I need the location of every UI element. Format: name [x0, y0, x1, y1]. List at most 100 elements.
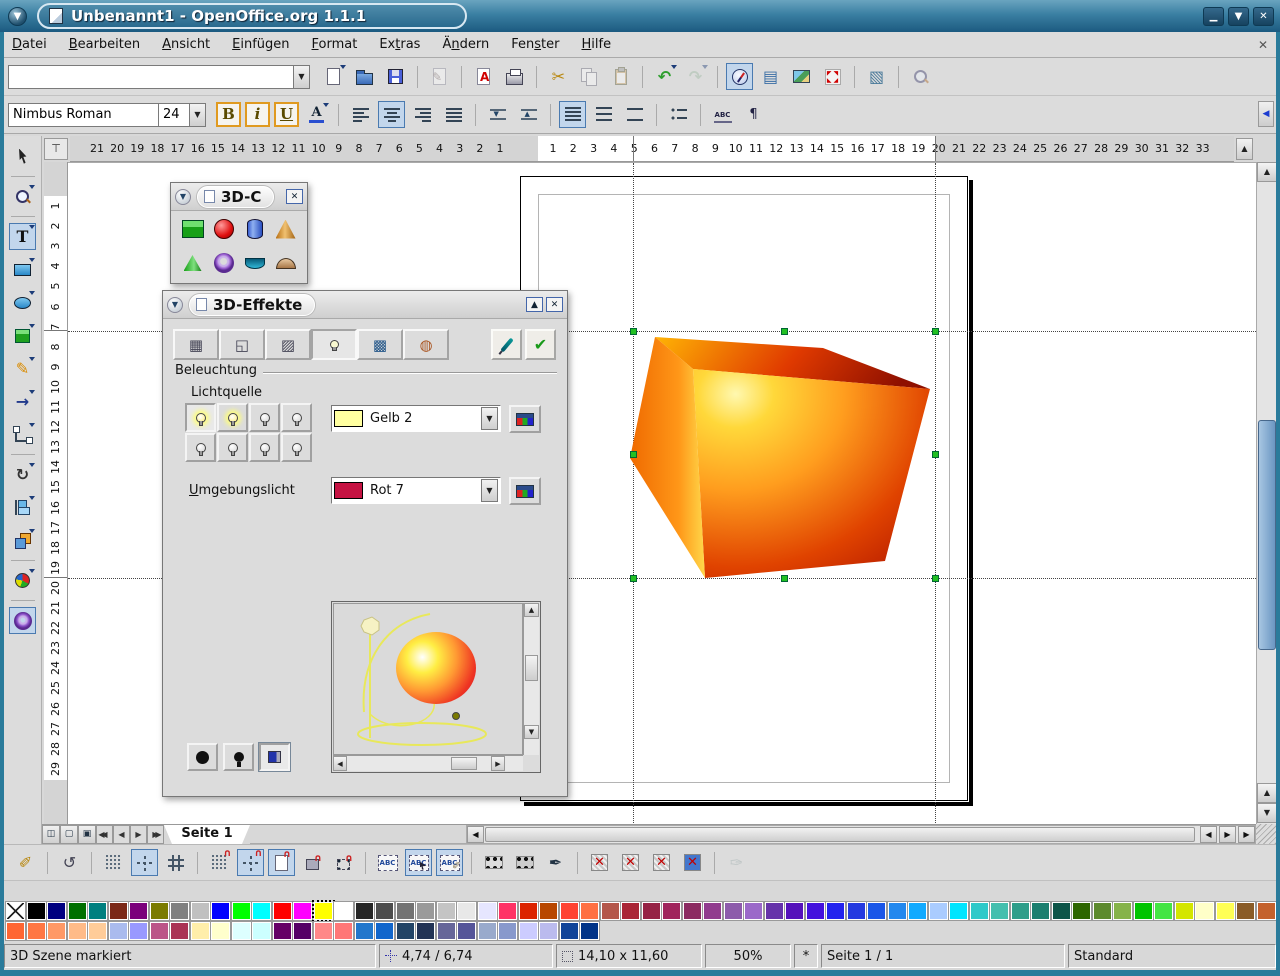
cursor-position-field[interactable]: 4,74 / 6,74	[379, 944, 553, 968]
color-swatch-003388[interactable]	[580, 922, 599, 940]
font-size-combobox[interactable]: ▼	[158, 103, 206, 127]
color-swatch-ff7744[interactable]	[27, 922, 46, 940]
scroll-left2-icon[interactable]: ◀	[1200, 826, 1217, 843]
color-swatch-4411dd[interactable]	[806, 902, 825, 920]
simple-handles-button[interactable]	[480, 849, 507, 876]
color-swatch-1b7f6f[interactable]	[1031, 902, 1050, 920]
view-mode-3-button[interactable]: ▣	[78, 825, 96, 844]
text-placeholder-button[interactable]	[648, 849, 675, 876]
undo-icon[interactable]: ↶	[651, 63, 678, 90]
color-swatch-2439e0[interactable]	[847, 902, 866, 920]
dialog-window-menu-icon[interactable]: ▼	[167, 297, 183, 313]
color-swatch-114499[interactable]	[560, 922, 579, 940]
edit-file-icon[interactable]	[426, 63, 453, 90]
color-swatch-00ffff[interactable]	[252, 902, 271, 920]
color-swatch-1a56e8[interactable]	[867, 902, 886, 920]
export-pdf-icon[interactable]	[470, 63, 497, 90]
color-swatch-4d4d4d[interactable]	[375, 902, 394, 920]
menu-hilfe[interactable]: Hilfe	[581, 37, 611, 52]
color-swatch-aaccff[interactable]	[929, 902, 948, 920]
bullets-button[interactable]	[665, 101, 692, 128]
rotate-tool[interactable]: ↻	[9, 461, 36, 488]
scroll-right-icon[interactable]: ▶	[1219, 826, 1236, 843]
page-style-field[interactable]: Standard	[1068, 944, 1276, 968]
selection-handle[interactable]	[932, 575, 939, 582]
color-swatch-ff9966[interactable]	[47, 922, 66, 940]
color-swatch-2222ee[interactable]	[826, 902, 845, 920]
selection-handle[interactable]	[932, 451, 939, 458]
color-swatch-b84700[interactable]	[539, 902, 558, 920]
maximize-icon[interactable]: ▼	[1228, 7, 1249, 26]
edit-points-button[interactable]: ✐	[12, 849, 39, 876]
menu-datei[interactable]: Datei	[12, 37, 47, 52]
url-input[interactable]	[8, 65, 293, 89]
color-swatch-aa2536[interactable]	[621, 902, 640, 920]
tab-geometry[interactable]: ◱	[219, 329, 265, 360]
color-swatch-b4574b[interactable]	[601, 902, 620, 920]
light-source-2-button[interactable]	[217, 403, 248, 432]
cylinder-3d[interactable]	[239, 215, 270, 243]
color-swatch-6633aa[interactable]	[765, 902, 784, 920]
picture-placeholder-button[interactable]	[586, 849, 613, 876]
large-handles-button[interactable]	[511, 849, 538, 876]
arrange-tool[interactable]	[9, 527, 36, 554]
dialog-close-icon[interactable]: ✕	[546, 297, 563, 312]
effects-3d-tool[interactable]	[9, 607, 36, 634]
light-preview-area[interactable]	[333, 603, 523, 755]
vertical-scrollbar[interactable]: ▲ ▲ ▼	[1256, 162, 1276, 824]
view-mode-2-button[interactable]: ▢	[60, 825, 78, 844]
color-swatch-913b8e[interactable]	[703, 902, 722, 920]
light-preview-panel[interactable]: ▲ ▼ ◀ ▶	[331, 601, 541, 773]
cube-3d[interactable]	[177, 215, 208, 243]
object-size-field[interactable]: 14,10 x 11,60	[556, 944, 702, 968]
light-source-6-button[interactable]	[217, 433, 248, 462]
rotation-mode-button[interactable]: ↺	[56, 849, 83, 876]
color-swatch-ff7043[interactable]	[580, 902, 599, 920]
snap-to-grid-button[interactable]	[206, 849, 233, 876]
assign-colors-button[interactable]	[491, 329, 522, 360]
shell-3d[interactable]	[239, 249, 270, 277]
color-swatch-660066[interactable]	[273, 922, 292, 940]
window-menu-icon[interactable]: ▼	[8, 7, 27, 26]
color-swatch-bb5588[interactable]	[150, 922, 169, 940]
close-icon[interactable]: ✕	[1253, 7, 1274, 26]
color-swatch-262626[interactable]	[355, 902, 374, 920]
view-mode-1-button[interactable]: ◫	[42, 825, 60, 844]
color-swatch-none[interactable]	[6, 902, 25, 920]
tab-textures[interactable]: ▩	[357, 329, 403, 360]
vertical-scroll-thumb[interactable]	[1258, 420, 1276, 650]
preview-horizontal-scrollbar[interactable]: ◀ ▶	[333, 755, 523, 771]
alignment-tool[interactable]	[9, 494, 36, 521]
color-swatch-ddffff[interactable]	[232, 922, 251, 940]
italic-button[interactable]: i	[245, 102, 270, 127]
color-swatch-00e5ff[interactable]	[949, 902, 968, 920]
para-spacing-increase-button[interactable]	[484, 101, 511, 128]
zoom-page-icon[interactable]	[819, 63, 846, 90]
color-swatch-bbbbee[interactable]	[539, 922, 558, 940]
apply-button[interactable]: ✔	[525, 329, 556, 360]
color-swatch-2fc9c9[interactable]	[970, 902, 989, 920]
color-swatch-c4c4c4[interactable]	[437, 902, 456, 920]
menu-ansicht[interactable]: Ansicht	[162, 37, 210, 52]
underline-button[interactable]: U	[274, 102, 299, 127]
color-swatch-aa3355[interactable]	[170, 922, 189, 940]
character-dialog-button[interactable]	[709, 101, 736, 128]
zoom-field[interactable]: 50%	[705, 944, 791, 968]
gallery-icon[interactable]	[788, 63, 815, 90]
color-swatch-ff8888[interactable]	[314, 922, 333, 940]
page-number-field[interactable]: Seite 1 / 1	[821, 944, 1065, 968]
color-swatch-c4622d[interactable]	[1257, 902, 1276, 920]
color-swatch-dc2300[interactable]	[519, 902, 538, 920]
select-text-area-button[interactable]	[405, 849, 432, 876]
color-swatch-9999ff[interactable]	[129, 922, 148, 940]
bold-button[interactable]: B	[216, 102, 241, 127]
color-swatch-008080[interactable]	[88, 902, 107, 920]
light-source-5-button[interactable]	[185, 433, 216, 462]
paragraph-dialog-button[interactable]	[740, 101, 767, 128]
color-swatch-11aaff[interactable]	[908, 902, 927, 920]
font-color-button[interactable]	[303, 101, 330, 128]
color-swatch-e6e6ff[interactable]	[478, 902, 497, 920]
navigator-icon[interactable]	[726, 63, 753, 90]
color-swatch-8a5c27[interactable]	[1236, 902, 1255, 920]
font-name-combobox[interactable]: ▼	[8, 103, 150, 127]
